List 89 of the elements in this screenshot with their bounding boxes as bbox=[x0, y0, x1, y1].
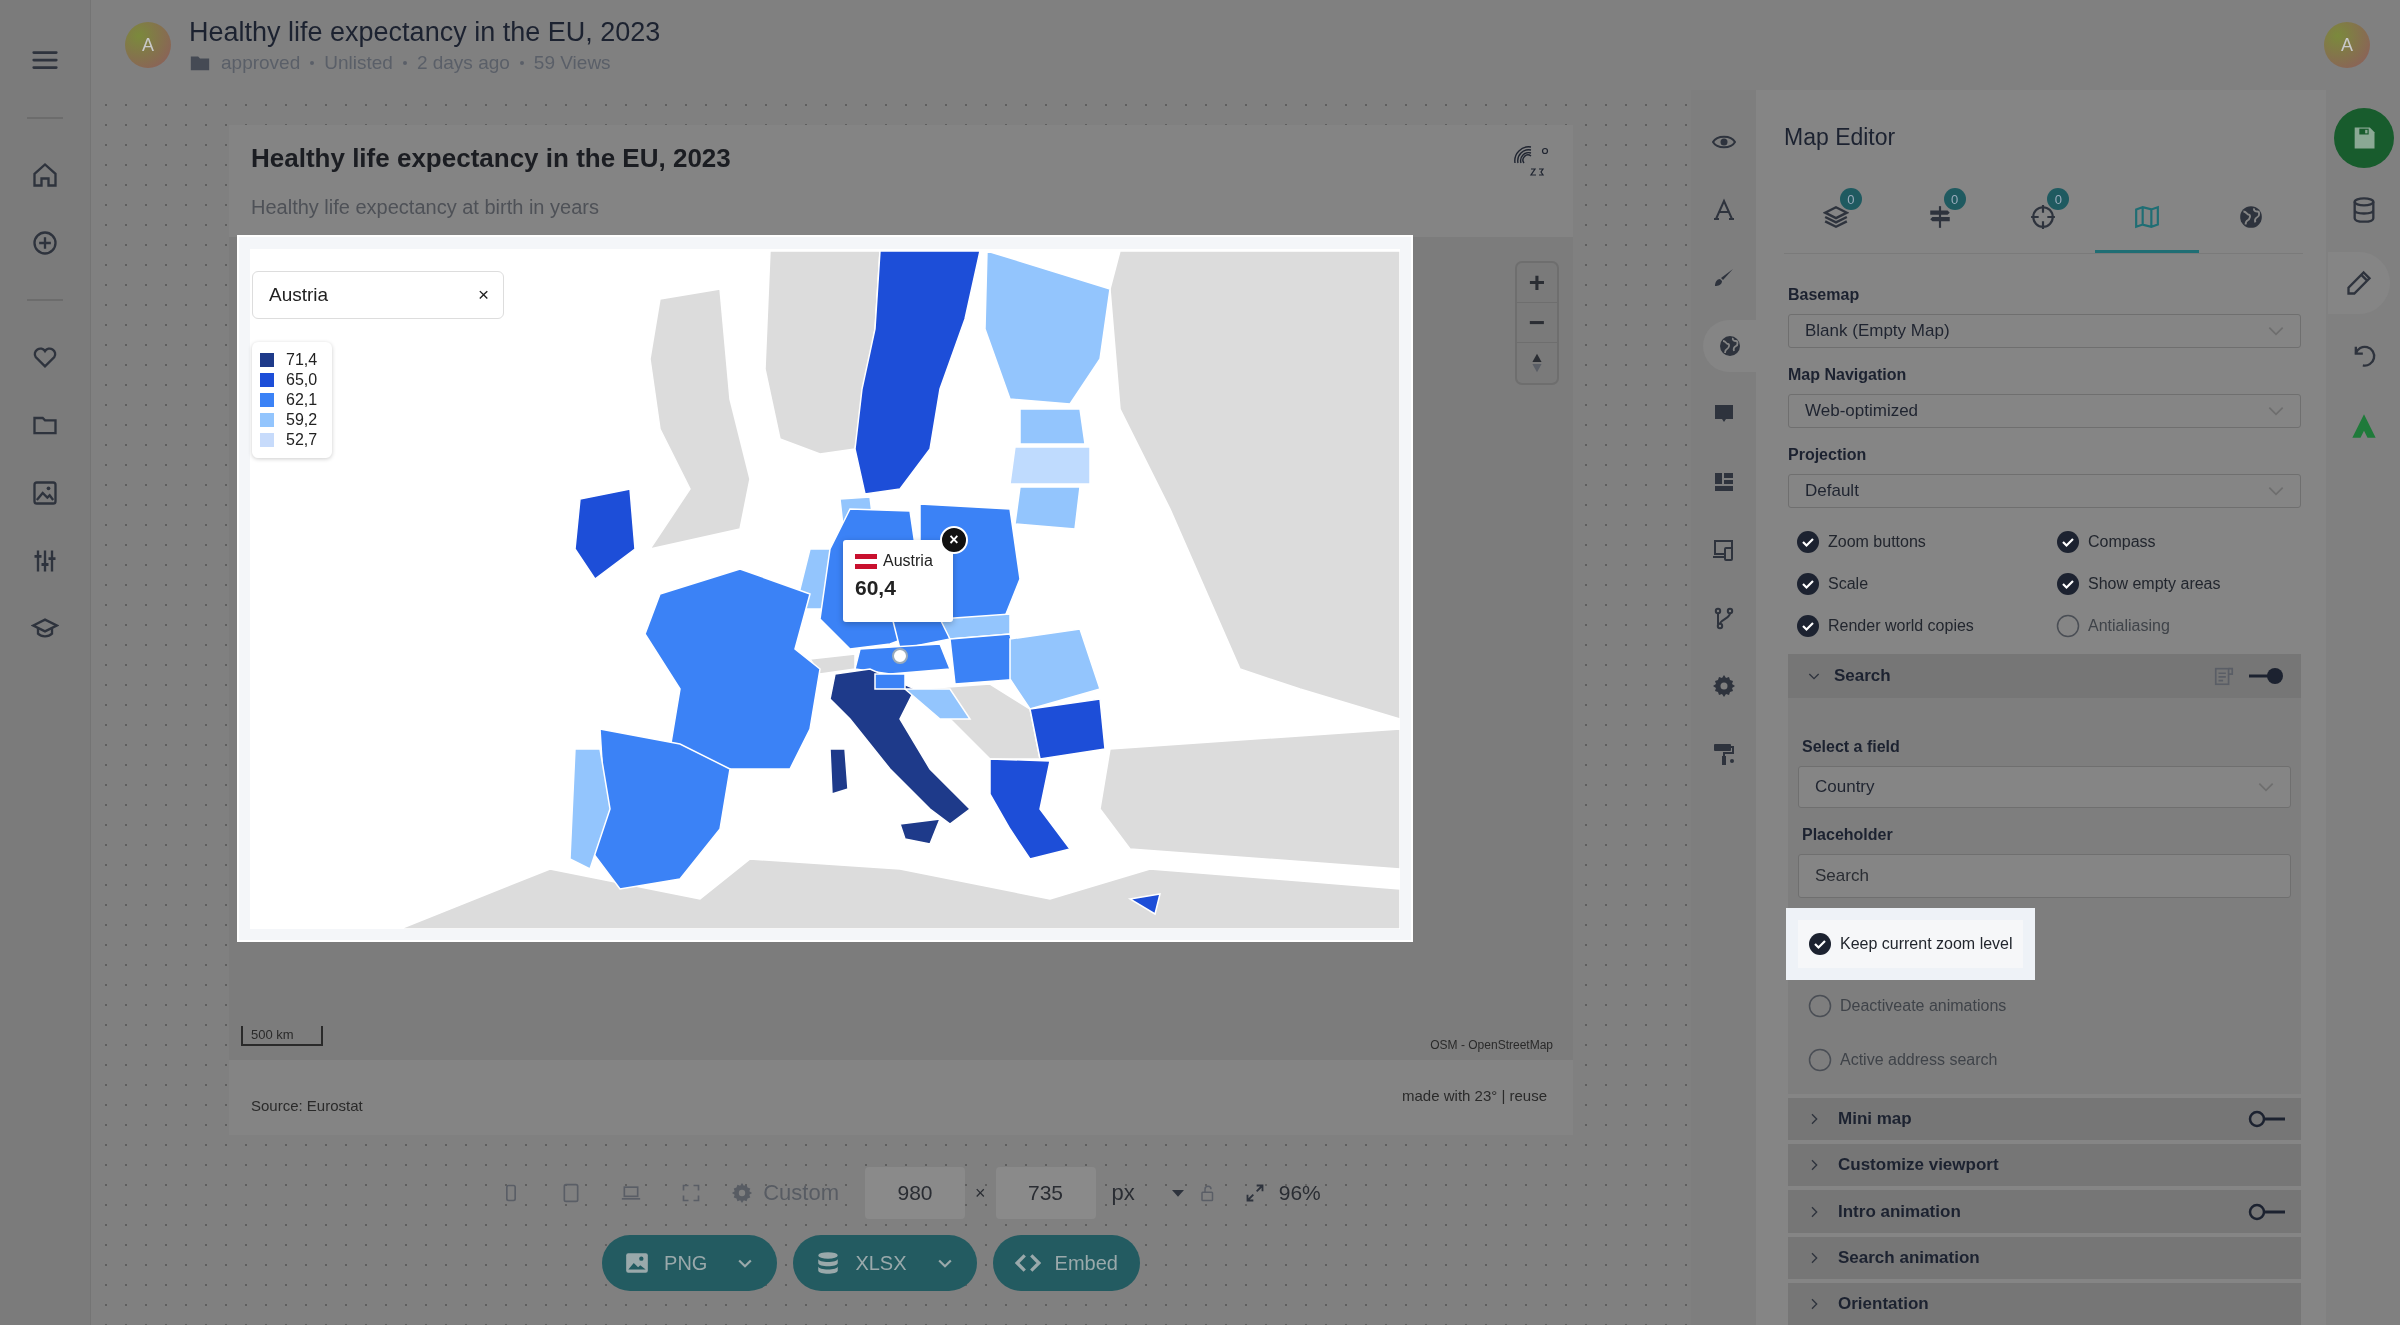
export-button[interactable]: XLSX bbox=[793, 1235, 977, 1291]
section-header[interactable]: Customize viewport bbox=[1788, 1144, 2301, 1187]
checkbox-option[interactable]: Render world copies bbox=[1796, 613, 2056, 638]
field-label: Basemap bbox=[1788, 286, 1861, 304]
flag-icon bbox=[855, 553, 877, 569]
section-title: Intro animation bbox=[1838, 1201, 1962, 1222]
dropdown-field[interactable]: Web-optimized bbox=[1788, 393, 2301, 428]
unit-label: px bbox=[1111, 1180, 1135, 1206]
text-icon bbox=[1711, 198, 1736, 222]
devices-icon bbox=[1711, 538, 1736, 562]
section-header[interactable]: Mini map bbox=[1788, 1098, 2301, 1141]
image-icon[interactable] bbox=[31, 479, 59, 507]
checkbox-option[interactable]: Deactiveate animations bbox=[1798, 982, 2017, 1031]
checkbox-option[interactable]: Scale bbox=[1796, 571, 2056, 596]
editor-tab[interactable]: 0 bbox=[1887, 183, 1992, 253]
field-label: Map Navigation bbox=[1788, 365, 1908, 384]
editor-tab[interactable]: 0 bbox=[1991, 183, 2096, 253]
zoom-in-button[interactable]: + bbox=[1517, 263, 1557, 303]
crosshair-icon bbox=[2030, 203, 2057, 230]
dropdown-field[interactable]: Default bbox=[1788, 473, 2301, 508]
user-avatar[interactable]: A bbox=[2324, 22, 2370, 68]
checkbox-option[interactable]: Active address search bbox=[1798, 1036, 2008, 1085]
tooltip-country: Austria bbox=[883, 552, 933, 570]
section-title: Search bbox=[1834, 665, 1892, 686]
times-sign: × bbox=[975, 1182, 986, 1204]
checkbox-option[interactable]: Show empty areas bbox=[2056, 571, 2303, 596]
legend-label: 65,0 bbox=[286, 370, 318, 390]
map-icon bbox=[2134, 203, 2161, 230]
checkbox-option[interactable]: Antialiasing bbox=[2056, 613, 2303, 638]
field-label: Select a field bbox=[1802, 738, 1901, 757]
section-header[interactable]: Search bbox=[1788, 653, 2301, 699]
legend-label: 52,7 bbox=[286, 430, 318, 450]
location-marker-icon bbox=[890, 646, 910, 666]
globe-icon bbox=[1717, 334, 1742, 358]
tool-rail-tab[interactable] bbox=[1703, 320, 1756, 372]
export-button[interactable]: PNG bbox=[602, 1235, 778, 1291]
section-title: Search animation bbox=[1838, 1247, 1981, 1268]
checkbox-option[interactable]: Compass bbox=[2056, 529, 2303, 554]
export-button[interactable]: Embed bbox=[992, 1235, 1140, 1291]
legend-label: 71,4 bbox=[286, 350, 318, 370]
section-header[interactable]: Orientation bbox=[1788, 1282, 2301, 1325]
editor-tab[interactable]: 0 bbox=[1784, 183, 1888, 253]
width-field[interactable]: 980 bbox=[865, 1167, 965, 1219]
laptop-icon[interactable] bbox=[621, 1183, 642, 1203]
section-title: Mini map bbox=[1838, 1109, 1913, 1130]
map-search-field[interactable]: Austria × bbox=[252, 271, 504, 319]
count-badge: 0 bbox=[1943, 188, 1966, 210]
chart-title: Healthy life expectancy in the EU, 2023 bbox=[251, 143, 731, 174]
section-header[interactable]: Search animation bbox=[1788, 1236, 2301, 1279]
rail-button[interactable] bbox=[2327, 252, 2390, 314]
tablet-icon[interactable] bbox=[561, 1183, 582, 1203]
credit-text: made with 23° | reuse bbox=[1402, 1087, 1547, 1104]
map-attribution: OSM - OpenStreetMap bbox=[1430, 1038, 1553, 1052]
scale-bar: 500 km bbox=[241, 1026, 323, 1046]
add-icon[interactable] bbox=[31, 229, 59, 257]
field-label: Placeholder bbox=[1802, 826, 1894, 845]
legend-label: 62,1 bbox=[286, 390, 318, 410]
fullscreen-icon[interactable] bbox=[681, 1183, 702, 1203]
settings-icon bbox=[1711, 674, 1736, 698]
paint-roller-icon bbox=[1711, 742, 1736, 766]
pencil-icon bbox=[2344, 269, 2373, 297]
section-title: Customize viewport bbox=[1838, 1155, 2000, 1176]
image-icon bbox=[624, 1250, 651, 1276]
layers-icon bbox=[1822, 203, 1849, 230]
zoom-out-button[interactable]: − bbox=[1517, 303, 1557, 343]
zoom-level: 96% bbox=[1278, 1181, 1321, 1205]
dropdown-field[interactable]: Blank (Empty Map) bbox=[1788, 314, 2301, 348]
section-header[interactable]: Intro animation bbox=[1788, 1190, 2301, 1233]
globe-icon bbox=[2238, 203, 2265, 230]
placeholder-field[interactable]: Search bbox=[1798, 854, 2291, 899]
fit-icon[interactable] bbox=[1244, 1183, 1265, 1203]
document-title: Healthy life expectancy in the EU, 2023 bbox=[189, 16, 662, 48]
count-badge: 0 bbox=[2047, 188, 2070, 210]
gear-icon bbox=[731, 1182, 754, 1204]
legend-label: 59,2 bbox=[286, 410, 318, 430]
logo-icon bbox=[2349, 412, 2378, 440]
tooltip-value: 60,4 bbox=[855, 576, 897, 600]
panel-title: Map Editor bbox=[1784, 124, 1897, 151]
section-title: Orientation bbox=[1838, 1293, 1930, 1314]
field-label: Projection bbox=[1788, 445, 1868, 464]
logo-icon bbox=[1511, 143, 1551, 179]
count-badge: 0 bbox=[1839, 188, 1862, 210]
source-text: Source: Eurostat bbox=[251, 1097, 363, 1114]
home-icon[interactable] bbox=[31, 161, 59, 189]
user-avatar: A bbox=[125, 22, 171, 68]
dropdown-field[interactable]: Country bbox=[1798, 766, 2291, 809]
clear-button[interactable]: × bbox=[477, 284, 489, 306]
checkbox-option[interactable]: Zoom buttons bbox=[1796, 529, 2056, 554]
height-field[interactable]: 735 bbox=[995, 1167, 1096, 1219]
